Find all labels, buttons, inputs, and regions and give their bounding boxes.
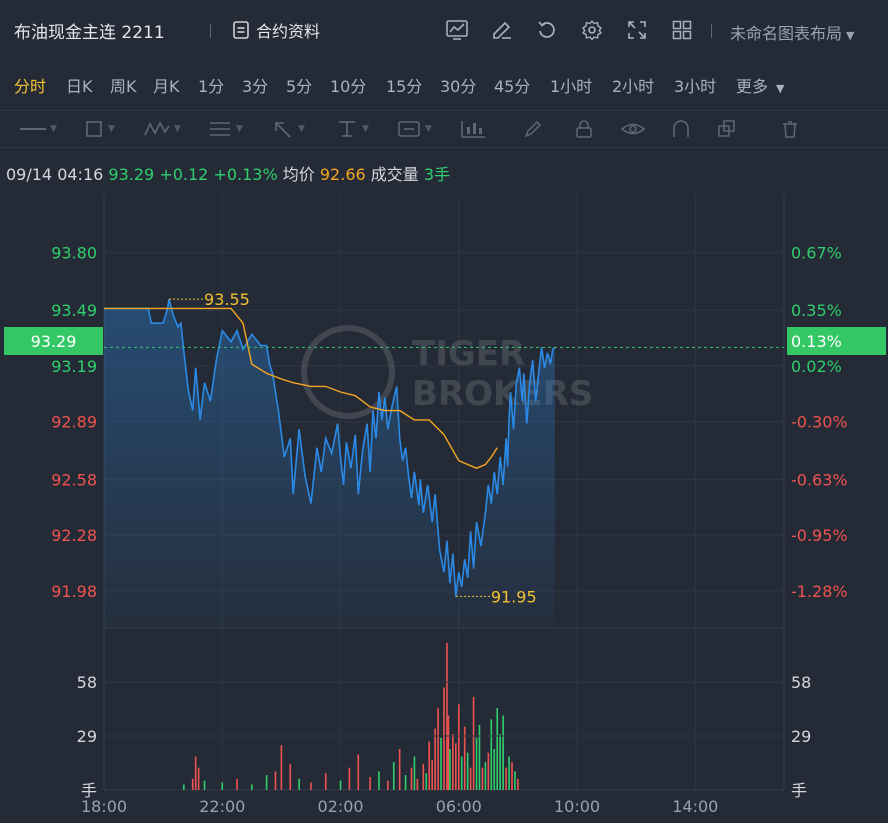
extreme-price-label: 93.55 — [204, 290, 250, 309]
volume-tick-label: 58 — [791, 673, 811, 692]
volume-bar — [221, 782, 224, 790]
price-tick-label: 93.19 — [51, 357, 97, 376]
volume-bar — [416, 778, 419, 790]
volume-tick-label: 58 — [77, 673, 97, 692]
volume-bar — [183, 784, 185, 790]
volume-bar — [466, 752, 469, 790]
volume-bar — [475, 737, 478, 790]
current-price-badge: 93.29 — [4, 327, 103, 355]
volume-bar — [434, 728, 436, 790]
volume-bar — [514, 771, 516, 790]
volume-tick-label: 29 — [791, 727, 811, 746]
pct-tick-label: 0.35% — [791, 301, 842, 320]
volume-bar — [431, 760, 433, 790]
pct-tick-label: -0.95% — [791, 526, 848, 545]
volume-bar — [348, 767, 351, 790]
volume-bar — [191, 778, 194, 790]
volume-bar — [324, 773, 327, 790]
volume-bar — [425, 773, 428, 790]
volume-bar — [517, 778, 519, 790]
volume-bar — [508, 756, 510, 790]
volume-bar — [472, 696, 475, 790]
volume-bar — [251, 784, 253, 790]
pct-tick-label: 0.02% — [791, 357, 842, 376]
volume-bar — [310, 782, 312, 790]
volume-bar — [339, 780, 342, 790]
volume-bar — [499, 734, 501, 790]
volume-bar — [413, 756, 416, 790]
volume-unit-label: 手 — [81, 781, 97, 800]
price-tick-label: 93.49 — [51, 301, 97, 320]
volume-bar — [469, 767, 472, 790]
volume-bar — [440, 737, 442, 790]
volume-bar — [437, 708, 439, 790]
volume-bar — [404, 775, 407, 790]
time-tick-label: 14:00 — [672, 797, 718, 816]
volume-bar — [452, 734, 454, 790]
extreme-price-label: 91.95 — [491, 587, 537, 606]
volume-bar — [478, 724, 481, 790]
price-tick-label: 91.98 — [51, 582, 97, 601]
volume-bar — [502, 715, 504, 790]
pct-tick-label: -1.28% — [791, 582, 848, 601]
volume-bar — [496, 708, 499, 790]
volume-bar — [449, 749, 451, 790]
volume-bar — [493, 749, 496, 790]
pct-tick-label: -0.63% — [791, 470, 848, 489]
volume-bar — [443, 687, 445, 790]
volume-bar — [203, 780, 206, 790]
volume-bar — [236, 778, 238, 790]
volume-tick-label: 29 — [77, 727, 97, 746]
time-tick-label: 10:00 — [554, 797, 600, 816]
volume-bar — [378, 771, 380, 790]
price-tick-label: 92.28 — [51, 526, 97, 545]
volume-bar — [289, 763, 292, 790]
volume-bar — [447, 715, 450, 790]
intraday-chart[interactable]: 18:00 22:00 02:00 06:00 10:00 14:0093.80 0.67%… — [0, 0, 888, 823]
volume-bar — [194, 756, 197, 790]
volume-bar — [490, 719, 493, 790]
volume-bar — [280, 745, 283, 790]
pct-tick-label: 0.67% — [791, 244, 842, 263]
volume-bar — [446, 642, 448, 790]
volume-bar — [505, 767, 507, 790]
volume-bar — [197, 767, 200, 790]
volume-bar — [457, 704, 460, 790]
volume-bar — [387, 780, 389, 790]
time-tick-label: 06:00 — [436, 797, 482, 816]
volume-bar — [487, 752, 490, 790]
volume-bar — [481, 767, 484, 790]
volume-bar — [298, 778, 300, 790]
volume-bar — [428, 741, 431, 790]
volume-bar — [422, 763, 425, 790]
volume-bar — [511, 762, 513, 790]
volume-bar — [410, 767, 413, 790]
volume-bar — [274, 771, 277, 790]
volume-unit-label: 手 — [791, 781, 807, 800]
volume-bar — [398, 749, 401, 790]
watermark-text: TIGER — [412, 334, 525, 374]
volume-bar — [357, 754, 360, 790]
current-pct-badge: 0.13% — [787, 327, 886, 355]
volume-bar — [484, 762, 487, 790]
volume-bar — [369, 776, 371, 790]
watermark-text: BROKERS — [412, 374, 593, 414]
time-tick-label: 22:00 — [199, 797, 245, 816]
volume-bar — [392, 762, 395, 790]
pct-tick-label: -0.30% — [791, 413, 848, 432]
volume-bar — [455, 743, 457, 790]
price-tick-label: 92.58 — [51, 470, 97, 489]
volume-bar — [460, 756, 463, 790]
time-tick-label: 02:00 — [317, 797, 363, 816]
price-tick-label: 92.89 — [51, 413, 97, 432]
price-tick-label: 93.80 — [51, 244, 97, 263]
volume-bar — [265, 775, 268, 790]
